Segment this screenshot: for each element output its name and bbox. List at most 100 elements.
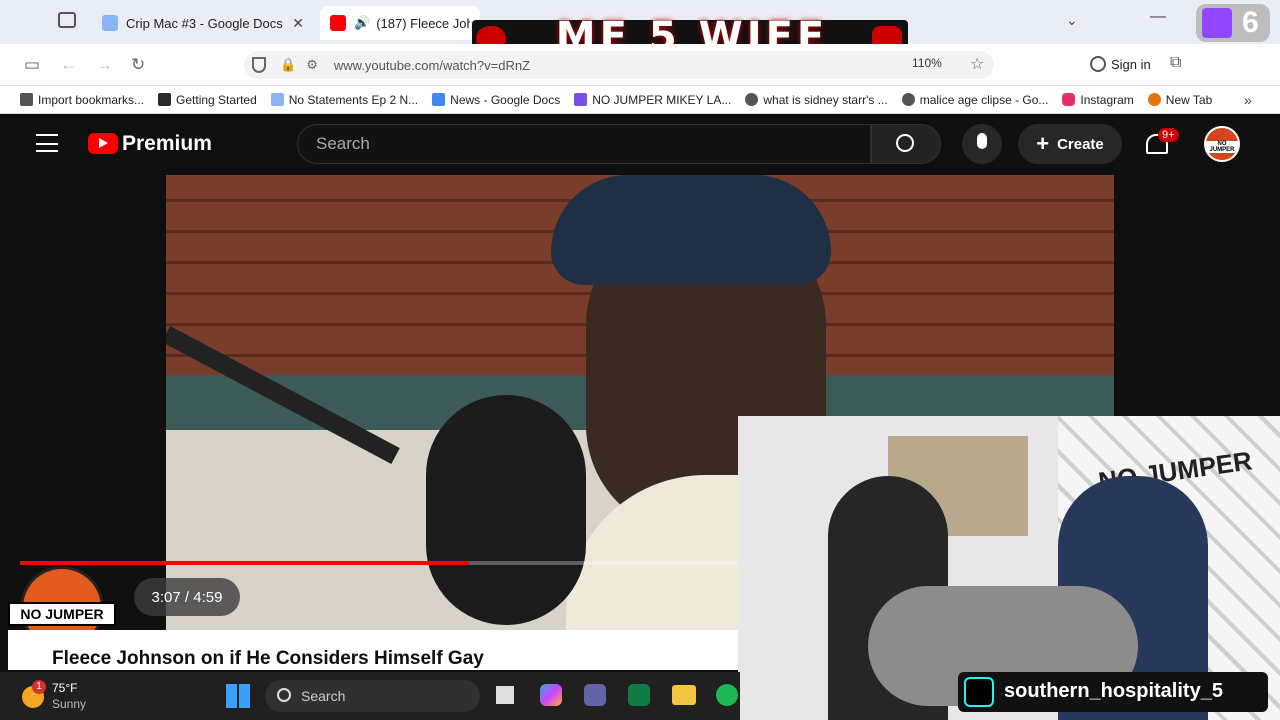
spotify-icon[interactable] bbox=[716, 684, 738, 706]
copilot-icon[interactable] bbox=[540, 684, 562, 706]
reload-icon[interactable]: ↻ bbox=[131, 55, 145, 75]
video-title: Fleece Johnson on if He Considers Himsel… bbox=[52, 648, 484, 669]
bookmark-item[interactable]: Instagram bbox=[1062, 92, 1134, 107]
microphone-icon bbox=[977, 133, 987, 149]
bookmark-star-icon[interactable]: ☆ bbox=[970, 54, 984, 74]
bookmark-label: malice age clipse - Go... bbox=[919, 92, 1049, 107]
guest-cap bbox=[551, 175, 831, 285]
twitch-icon bbox=[1202, 8, 1232, 38]
create-button[interactable]: + Create bbox=[1018, 124, 1122, 164]
account-icon bbox=[1090, 56, 1106, 72]
time-display: 3:07 / 4:59 bbox=[134, 578, 240, 616]
task-view-icon[interactable] bbox=[496, 686, 514, 704]
browser-toolbar: ▭ ← → ↻ 🔒 ⚙ www.youtube.com/watch?v=dRnZ… bbox=[0, 44, 1280, 86]
bookmark-label: New Tab bbox=[1165, 92, 1213, 107]
bookmark-item[interactable]: Getting Started bbox=[158, 93, 257, 107]
google-docs-icon bbox=[270, 93, 284, 106]
time-text: 3:07 / 4:59 bbox=[151, 588, 223, 606]
speaker-icon: 🔊 bbox=[354, 15, 371, 30]
close-icon[interactable]: ✕ bbox=[292, 15, 304, 32]
microphone-image bbox=[426, 395, 586, 625]
weather-temp: 75°F bbox=[52, 681, 78, 695]
google-docs-icon bbox=[102, 15, 118, 31]
bookmark-label: News - Google Docs bbox=[450, 92, 561, 107]
menu-icon[interactable] bbox=[36, 134, 58, 152]
youtube-brand: Premium bbox=[122, 132, 212, 155]
bookmark-item[interactable]: No Statements Ep 2 N... bbox=[270, 92, 419, 107]
voice-search-button[interactable] bbox=[962, 124, 1002, 164]
avatar-text: NO JUMPER bbox=[1206, 141, 1238, 153]
extensions-icon[interactable]: ⧉ bbox=[1170, 54, 1181, 72]
bookmark-item[interactable]: New Tab bbox=[1147, 92, 1213, 107]
address-bar[interactable]: 🔒 ⚙ www.youtube.com/watch?v=dRnZ 110% ☆ bbox=[244, 51, 994, 79]
tiktok-icon bbox=[964, 677, 994, 707]
file-explorer-icon[interactable] bbox=[672, 685, 696, 705]
bookmark-item[interactable]: malice age clipse - Go... bbox=[901, 92, 1049, 107]
bookmark-item[interactable]: NO JUMPER MIKEY LA... bbox=[574, 93, 731, 107]
tiktok-handle: southern_hospitality_5 bbox=[1004, 680, 1223, 702]
bookmark-label: Getting Started bbox=[176, 92, 257, 107]
bookmark-label: Instagram bbox=[1080, 92, 1134, 107]
weather-desc: Sunny bbox=[52, 697, 87, 711]
avatar[interactable]: NO JUMPER bbox=[1204, 126, 1240, 162]
progress-fill bbox=[20, 561, 470, 565]
search-placeholder: Search bbox=[316, 134, 370, 153]
search-input[interactable]: Search bbox=[297, 124, 871, 164]
permissions-icon[interactable]: ⚙ bbox=[306, 57, 318, 73]
forward-icon[interactable]: → bbox=[96, 55, 113, 75]
video-title-bar: Fleece Johnson on if He Considers Himsel… bbox=[8, 630, 738, 670]
bookmark-label: NO JUMPER MIKEY LA... bbox=[592, 92, 732, 107]
weather-badge: 1 bbox=[32, 680, 46, 694]
instagram-icon bbox=[1062, 93, 1076, 106]
lock-icon: 🔒 bbox=[280, 57, 297, 72]
shield-icon bbox=[252, 57, 266, 73]
bookmark-label: Import bookmarks... bbox=[38, 92, 145, 107]
import-icon bbox=[20, 93, 33, 106]
bookmark-favicon-icon bbox=[158, 93, 172, 106]
tab-youtube-active[interactable]: 🔊 (187) Fleece Johnso bbox=[320, 6, 480, 40]
taskbar-search-label: Search bbox=[301, 688, 346, 704]
app-icon[interactable] bbox=[628, 684, 650, 706]
twitch-count: 6 bbox=[1242, 6, 1259, 39]
sidebar-icon[interactable]: ▭ bbox=[24, 55, 40, 75]
back-icon[interactable]: ← bbox=[60, 55, 77, 75]
search-icon bbox=[277, 688, 291, 702]
tab-label: Crip Mac #3 - Google Docs bbox=[126, 15, 283, 31]
tiktok-tag: southern_hospitality_5 bbox=[958, 672, 1268, 712]
create-label: Create bbox=[1057, 135, 1104, 153]
bookmark-item[interactable]: News - Google Docs bbox=[432, 93, 560, 107]
bookmark-label: No Statements Ep 2 N... bbox=[288, 92, 419, 107]
tab-google-docs[interactable]: Crip Mac #3 - Google Docs ✕ bbox=[92, 6, 314, 40]
sign-in-button[interactable]: Sign in bbox=[1111, 57, 1151, 72]
teams-icon[interactable] bbox=[584, 684, 606, 706]
youtube-logo-icon[interactable] bbox=[88, 133, 118, 154]
firefox-icon bbox=[1147, 93, 1161, 106]
bookmark-item[interactable]: Import bookmarks... bbox=[20, 93, 144, 107]
plus-icon: + bbox=[1036, 131, 1050, 156]
tab-list-chevron-icon[interactable]: ⌄ bbox=[1066, 12, 1078, 29]
more-bookmarks-chevron-icon[interactable]: » bbox=[1244, 92, 1252, 108]
search-icon bbox=[896, 134, 914, 152]
youtube-icon bbox=[330, 15, 346, 31]
minimize-icon[interactable]: — bbox=[1150, 8, 1166, 26]
notification-badge: 9+ bbox=[1158, 128, 1179, 142]
progress-track[interactable] bbox=[20, 561, 738, 565]
url-text: www.youtube.com/watch?v=dRnZ bbox=[333, 57, 531, 73]
bookmark-label: what is sidney starr's ... bbox=[763, 92, 888, 107]
youtube-header: Premium Search + Create 9+ NO JUMPER bbox=[0, 114, 1280, 174]
google-icon bbox=[745, 93, 759, 106]
webcam-overlay: NO JUMPER southern_hospitality_5 bbox=[738, 416, 1280, 720]
tab-label: (187) Fleece Johnso bbox=[376, 15, 470, 31]
windows-start-icon[interactable] bbox=[226, 684, 250, 708]
bookmark-item[interactable]: what is sidney starr's ... bbox=[745, 92, 888, 107]
windows-taskbar: 1 75°F Sunny Search bbox=[0, 672, 740, 720]
twitch-counter: 6 bbox=[1196, 4, 1270, 42]
google-drive-icon bbox=[432, 93, 446, 106]
taskbar-search[interactable]: Search bbox=[265, 680, 480, 712]
tab-groups-icon[interactable] bbox=[58, 12, 76, 28]
google-icon bbox=[901, 93, 915, 106]
bookmark-favicon-icon bbox=[574, 93, 588, 106]
search-button[interactable] bbox=[871, 124, 941, 164]
zoom-level[interactable]: 110% bbox=[912, 56, 942, 70]
channel-name: NO JUMPER bbox=[8, 602, 116, 626]
